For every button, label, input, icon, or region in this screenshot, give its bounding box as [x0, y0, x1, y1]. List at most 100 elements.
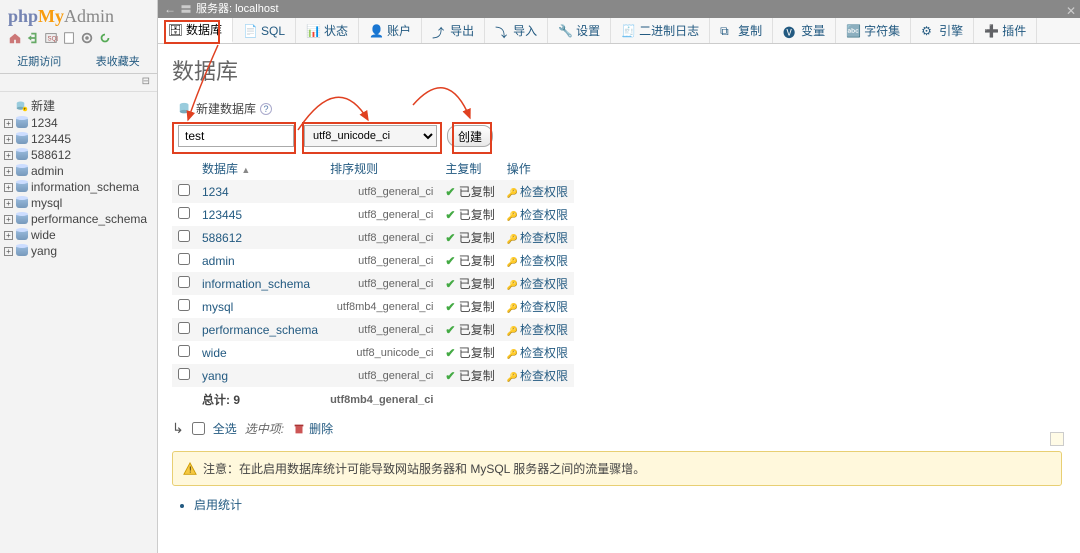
- row-checkbox[interactable]: [178, 230, 190, 242]
- tab-6[interactable]: 🔧设置: [548, 18, 611, 43]
- check-priv-link[interactable]: 检查权限: [520, 300, 568, 314]
- db-link[interactable]: mysql: [202, 300, 233, 314]
- expand-icon[interactable]: +: [4, 119, 13, 128]
- row-checkbox[interactable]: [178, 184, 190, 196]
- tab-11[interactable]: ⚙引擎: [911, 18, 974, 43]
- expand-icon[interactable]: +: [4, 183, 13, 192]
- tree-db-item[interactable]: +wide: [4, 227, 153, 243]
- row-ops: 🔑检查权限: [501, 318, 574, 341]
- tab-9[interactable]: 🅥变量: [773, 18, 836, 43]
- docs-icon[interactable]: [62, 31, 76, 45]
- total-label: 总计: 9: [196, 387, 324, 412]
- expand-icon[interactable]: +: [4, 135, 13, 144]
- tree-db-item[interactable]: + admin: [4, 163, 153, 179]
- logout-icon[interactable]: [26, 31, 40, 45]
- db-link[interactable]: yang: [202, 369, 228, 383]
- tab-2[interactable]: 📊状态: [296, 18, 359, 43]
- tree-db-item[interactable]: +yang: [4, 243, 153, 259]
- row-collation: utf8_general_ci: [324, 249, 439, 272]
- tree-db-label: admin: [31, 164, 64, 178]
- sidebar-tab-favorites[interactable]: 表收藏夹: [79, 49, 158, 73]
- db-link[interactable]: information_schema: [202, 277, 310, 291]
- tree-db-item[interactable]: +588612: [4, 147, 153, 163]
- tab-5[interactable]: ⤵导入: [485, 18, 548, 43]
- enable-stats-link[interactable]: 启用统计: [194, 496, 1066, 513]
- help-icon[interactable]: ?: [260, 103, 272, 115]
- sidebar-tab-recent[interactable]: 近期访问: [0, 49, 79, 73]
- expand-icon[interactable]: +: [4, 215, 13, 224]
- tab-1[interactable]: 📄SQL: [233, 18, 296, 43]
- sidebar-filter[interactable]: ⊟: [0, 74, 157, 92]
- db-link[interactable]: performance_schema: [202, 323, 318, 337]
- row-checkbox[interactable]: [178, 345, 190, 357]
- tree-db-item[interactable]: +performance_schema: [4, 211, 153, 227]
- db-link[interactable]: wide: [202, 346, 227, 360]
- row-checkbox[interactable]: [178, 368, 190, 380]
- select-all-checkbox[interactable]: [192, 422, 205, 435]
- expand-icon[interactable]: +: [4, 167, 13, 176]
- priv-icon: 🔑: [507, 303, 518, 313]
- col-database[interactable]: 数据库 ▲: [196, 157, 324, 180]
- collation-select[interactable]: utf8_unicode_ci: [304, 125, 437, 147]
- db-link[interactable]: 588612: [202, 231, 242, 245]
- check-priv-link[interactable]: 检查权限: [520, 254, 568, 268]
- row-collation: utf8_general_ci: [324, 203, 439, 226]
- col-collation[interactable]: 排序规则: [324, 157, 439, 180]
- sql-icon[interactable]: SQL: [44, 31, 58, 45]
- row-checkbox[interactable]: [178, 322, 190, 334]
- create-db-section: 新建数据库 ? utf8_unicode_ci 创建: [172, 100, 1066, 147]
- check-priv-link[interactable]: 检查权限: [520, 346, 568, 360]
- notice-box: ! 注意：在此启用数据库统计可能导致网站服务器和 MySQL 服务器之间的流量骤…: [172, 451, 1062, 486]
- expand-icon[interactable]: +: [4, 247, 13, 256]
- col-master[interactable]: 主复制: [439, 157, 500, 180]
- home-icon[interactable]: [8, 31, 22, 45]
- tab-3[interactable]: 👤账户: [359, 18, 422, 43]
- delete-action[interactable]: 删除: [292, 420, 333, 437]
- check-icon: ✔: [445, 300, 455, 314]
- footer-note-icon[interactable]: [1050, 432, 1064, 446]
- expand-icon[interactable]: +: [4, 151, 13, 160]
- tab-icon: 🗄: [168, 23, 182, 37]
- settings-icon[interactable]: [80, 31, 94, 45]
- row-checkbox[interactable]: [178, 253, 190, 265]
- tab-8[interactable]: ⧉复制: [710, 18, 773, 43]
- expand-icon[interactable]: +: [4, 231, 13, 240]
- panel-close-icon[interactable]: ✕: [1066, 2, 1076, 20]
- reload-icon[interactable]: [98, 31, 112, 45]
- row-ops: 🔑检查权限: [501, 203, 574, 226]
- tab-12[interactable]: ➕插件: [974, 18, 1037, 43]
- tab-0[interactable]: 🗄 数据库: [158, 18, 233, 43]
- expand-icon[interactable]: +: [4, 199, 13, 208]
- tab-7[interactable]: 🧾二进制日志: [611, 18, 710, 43]
- row-checkbox[interactable]: [178, 299, 190, 311]
- back-icon[interactable]: ←: [164, 0, 176, 18]
- sidebar-collapse-icon[interactable]: ⊟: [142, 76, 151, 87]
- select-all-link[interactable]: 全选: [213, 420, 237, 437]
- check-priv-link[interactable]: 检查权限: [520, 208, 568, 222]
- db-link[interactable]: 1234: [202, 185, 229, 199]
- db-link[interactable]: admin: [202, 254, 235, 268]
- row-checkbox[interactable]: [178, 276, 190, 288]
- tab-10[interactable]: 🔤字符集: [836, 18, 911, 43]
- tree-db-item[interactable]: +information_schema: [4, 179, 153, 195]
- db-name-input[interactable]: [178, 125, 294, 147]
- row-checkbox[interactable]: [178, 207, 190, 219]
- logo[interactable]: phpMyAdmin: [0, 0, 157, 29]
- col-ops[interactable]: 操作: [501, 157, 574, 180]
- tree-db-item[interactable]: +123445: [4, 131, 153, 147]
- tree-db-item[interactable]: +mysql: [4, 195, 153, 211]
- row-master: ✔ 已复制: [439, 318, 500, 341]
- check-priv-link[interactable]: 检查权限: [520, 231, 568, 245]
- sort-asc-icon: ▲: [241, 165, 250, 175]
- tree-new-db[interactable]: + 新建: [4, 96, 153, 115]
- check-priv-link[interactable]: 检查权限: [520, 369, 568, 383]
- check-priv-link[interactable]: 检查权限: [520, 185, 568, 199]
- tab-label: 数据库: [186, 21, 222, 38]
- check-priv-link[interactable]: 检查权限: [520, 323, 568, 337]
- create-button[interactable]: 创建: [447, 125, 493, 147]
- logo-php: php: [8, 6, 38, 26]
- check-priv-link[interactable]: 检查权限: [520, 277, 568, 291]
- tree-db-item[interactable]: +1234: [4, 115, 153, 131]
- tab-4[interactable]: ⤴导出: [422, 18, 485, 43]
- db-link[interactable]: 123445: [202, 208, 242, 222]
